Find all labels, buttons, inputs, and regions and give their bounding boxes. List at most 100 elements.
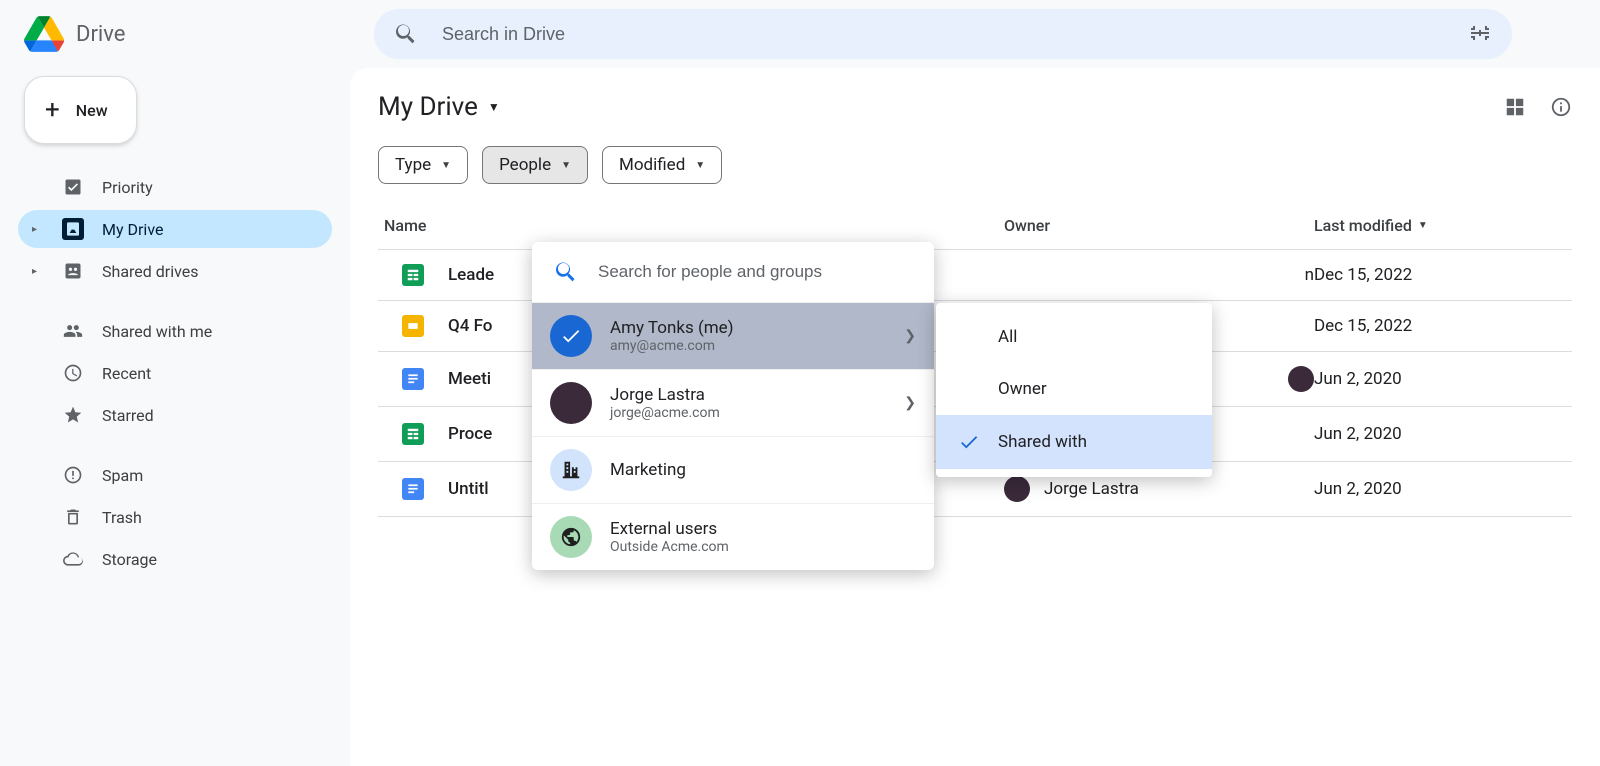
breadcrumb[interactable]: My Drive ▼ [378, 92, 500, 122]
modified-date: Jun 2, 2020 [1314, 479, 1566, 499]
new-button-label: New [76, 101, 108, 120]
modified-date: Jun 2, 2020 [1314, 424, 1566, 444]
modified-date: Dec 15, 2022 [1314, 265, 1566, 285]
advanced-search-icon[interactable] [1464, 18, 1496, 50]
info-icon[interactable] [1550, 96, 1572, 118]
sidebar-item-label: Trash [102, 508, 142, 527]
app-name: Drive [76, 22, 125, 47]
chevron-right-icon: ❯ [904, 395, 916, 411]
filter-chip-modified[interactable]: Modified ▼ [602, 146, 722, 184]
sidebar-item-storage[interactable]: Storage [18, 540, 332, 578]
docs-icon [402, 478, 424, 500]
sidebar-item-trash[interactable]: Trash [18, 498, 332, 536]
people-option-jorge[interactable]: Jorge Lastra jorge@acme.com ❯ [532, 369, 934, 436]
check-icon [956, 431, 982, 453]
sidebar-item-label: Spam [102, 466, 143, 485]
expand-caret-icon[interactable]: ▸ [32, 266, 44, 277]
people-option-marketing[interactable]: Marketing [532, 436, 934, 503]
file-name: Proce [448, 424, 492, 444]
drive-icon [62, 218, 84, 240]
filter-chip-type[interactable]: Type ▼ [378, 146, 468, 184]
owner-name-tail: n [1305, 265, 1314, 285]
person-name: Amy Tonks (me) [610, 318, 734, 338]
file-name: Untitl [448, 479, 489, 499]
sidebar-item-spam[interactable]: Spam [18, 456, 332, 494]
chevron-down-icon: ▼ [1418, 220, 1428, 231]
person-name: Jorge Lastra [610, 385, 720, 405]
cloud-icon [62, 548, 84, 570]
slides-icon [402, 315, 424, 337]
shared-drives-icon [62, 260, 84, 282]
group-name: Marketing [610, 460, 686, 480]
chevron-down-icon: ▼ [488, 100, 500, 114]
spam-icon [62, 464, 84, 486]
main-header: My Drive ▼ [378, 92, 1572, 122]
logo-area: Drive [24, 16, 374, 52]
grid-view-icon[interactable] [1504, 96, 1526, 118]
sidebar-item-priority[interactable]: Priority [18, 168, 332, 206]
modified-date: Jun 2, 2020 [1314, 369, 1566, 389]
column-header-name[interactable]: Name [384, 216, 1004, 235]
sidebar: + New Priority ▸ My Drive ▸ Shared drive… [0, 68, 350, 766]
sidebar-item-label: Starred [102, 406, 154, 425]
submenu-option-owner[interactable]: Owner [936, 363, 1212, 415]
sheets-icon [402, 423, 424, 445]
docs-icon [402, 368, 424, 390]
people-search-input[interactable] [598, 262, 912, 282]
sidebar-item-label: Shared with me [102, 322, 212, 341]
chevron-right-icon: ❯ [904, 328, 916, 344]
avatar [550, 382, 592, 424]
submenu-option-shared-with[interactable]: Shared with [936, 415, 1212, 469]
group-name: External users [610, 519, 729, 539]
people-search-row[interactable] [532, 242, 934, 302]
person-email: amy@acme.com [610, 338, 734, 354]
search-input[interactable] [442, 24, 1464, 45]
search-icon [554, 260, 578, 284]
submenu-option-all[interactable]: All [936, 311, 1212, 363]
sidebar-item-label: Priority [102, 178, 153, 197]
file-name: Q4 Fo [448, 316, 492, 336]
sheets-icon [402, 264, 424, 286]
sidebar-item-label: Shared drives [102, 262, 199, 281]
sidebar-item-label: Recent [102, 364, 151, 383]
globe-icon [550, 516, 592, 558]
filter-chips: Type ▼ People ▼ Modified ▼ [378, 146, 1572, 184]
header: Drive [0, 0, 1600, 68]
sidebar-item-starred[interactable]: Starred [18, 396, 332, 434]
sidebar-item-shared-with-me[interactable]: Shared with me [18, 312, 332, 350]
column-header-owner[interactable]: Owner [1004, 216, 1314, 235]
clock-icon [62, 362, 84, 384]
group-subtitle: Outside Acme.com [610, 539, 729, 555]
column-header-modified[interactable]: Last modified ▼ [1314, 216, 1566, 235]
people-option-amy[interactable]: Amy Tonks (me) amy@acme.com ❯ [532, 302, 934, 369]
sidebar-item-label: Storage [102, 550, 157, 569]
check-icon [550, 315, 592, 357]
people-filter-dropdown: Amy Tonks (me) amy@acme.com ❯ Jorge Last… [532, 242, 934, 570]
people-icon [62, 320, 84, 342]
plus-icon: + [45, 97, 60, 123]
file-name: Leade [448, 265, 494, 285]
sidebar-item-recent[interactable]: Recent [18, 354, 332, 392]
avatar [1004, 476, 1030, 502]
search-icon[interactable] [390, 18, 422, 50]
person-email: jorge@acme.com [610, 405, 720, 421]
drive-logo-icon [24, 16, 64, 52]
chevron-down-icon: ▼ [695, 160, 705, 171]
owner-name: Jorge Lastra [1044, 479, 1139, 499]
sidebar-item-shared-drives[interactable]: ▸ Shared drives [18, 252, 332, 290]
expand-caret-icon[interactable]: ▸ [32, 224, 44, 235]
building-icon [550, 449, 592, 491]
search-bar[interactable] [374, 9, 1512, 59]
sidebar-item-my-drive[interactable]: ▸ My Drive [18, 210, 332, 248]
people-submenu: All Owner Shared with [936, 303, 1212, 477]
filter-chip-people[interactable]: People ▼ [482, 146, 588, 184]
file-name: Meeti [448, 369, 491, 389]
new-button[interactable]: + New [24, 76, 137, 144]
chevron-down-icon: ▼ [561, 160, 571, 171]
priority-icon [62, 176, 84, 198]
sidebar-item-label: My Drive [102, 220, 163, 239]
star-icon [62, 404, 84, 426]
chevron-down-icon: ▼ [441, 160, 451, 171]
people-option-external[interactable]: External users Outside Acme.com [532, 503, 934, 570]
trash-icon [62, 506, 84, 528]
